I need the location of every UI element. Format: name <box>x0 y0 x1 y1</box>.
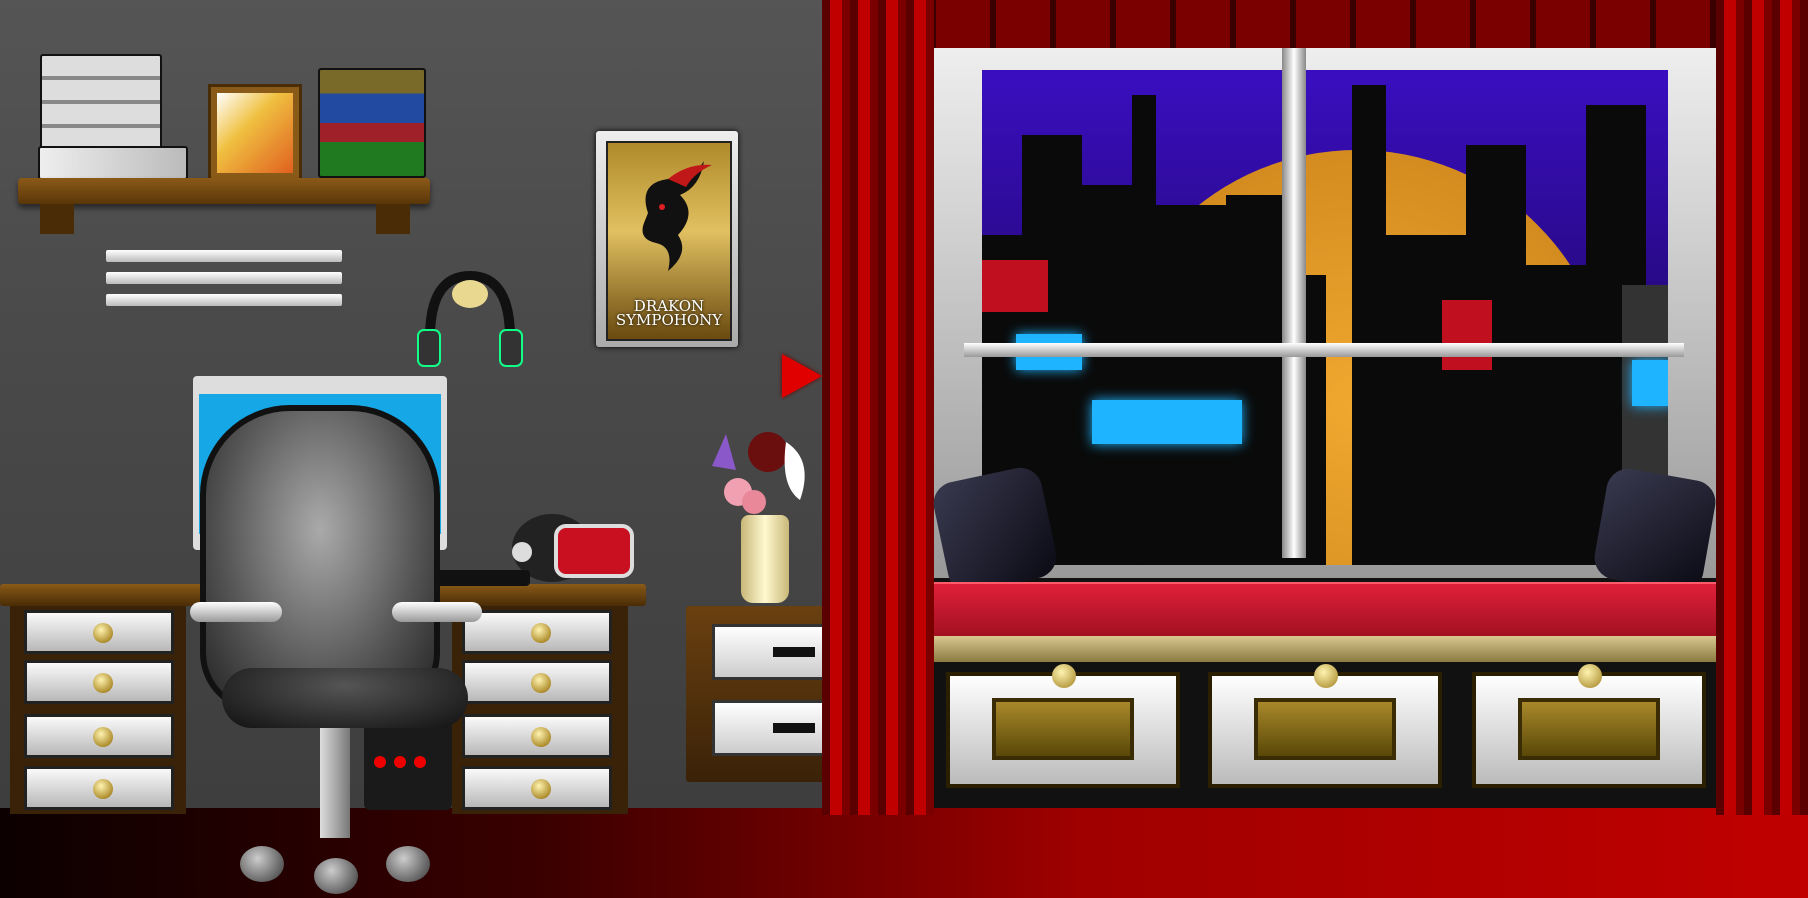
drawer-panel <box>1254 698 1396 760</box>
desk-drawer[interactable] <box>24 660 174 704</box>
knob <box>531 673 551 693</box>
knob <box>1578 664 1602 688</box>
desk-drawer[interactable] <box>24 714 174 758</box>
book-stack-colored[interactable] <box>318 68 426 178</box>
wall-vent <box>106 250 342 308</box>
gaming-chair[interactable] <box>200 405 440 713</box>
desk-drawer[interactable] <box>462 714 612 758</box>
drawer-handle <box>773 723 815 733</box>
chair-armrest <box>190 602 282 622</box>
desk-drawer[interactable] <box>462 610 612 654</box>
headphones-icon[interactable] <box>414 268 526 372</box>
desk-left-cabinet <box>10 606 186 814</box>
poster-art: DRAKON SYMPOHONY <box>606 141 732 341</box>
drawer-handle <box>773 647 815 657</box>
desk-drawer[interactable] <box>462 766 612 810</box>
knob <box>531 727 551 747</box>
chair-wheel <box>240 846 284 882</box>
cursor-arrow-icon <box>782 354 822 398</box>
cabinet-drawer[interactable] <box>946 664 1180 788</box>
picture-frame-art <box>217 93 293 173</box>
shelf-board <box>18 178 430 204</box>
pillow[interactable] <box>1591 465 1719 595</box>
flowers <box>704 430 816 522</box>
white-book[interactable] <box>38 146 188 180</box>
shelf-bracket <box>40 204 74 234</box>
dragon-poster[interactable]: DRAKON SYMPOHONY <box>596 131 738 347</box>
window-seat[interactable] <box>934 582 1716 638</box>
knob <box>531 779 551 799</box>
cabinet-drawer[interactable] <box>1208 664 1442 788</box>
desk-drawer[interactable] <box>462 660 612 704</box>
dragon-icon <box>642 161 712 271</box>
curtain-left[interactable] <box>822 0 934 815</box>
desk-drawer[interactable] <box>24 610 174 654</box>
flower-vase[interactable] <box>741 515 789 603</box>
keyboard[interactable] <box>430 570 530 586</box>
shelf-bracket <box>376 204 410 234</box>
storage-cabinet <box>934 662 1716 808</box>
drawer-panel <box>992 698 1134 760</box>
window-mullion <box>1282 48 1306 558</box>
chair-wheel <box>386 846 430 882</box>
curtain-valance <box>930 0 1720 52</box>
bookshelf[interactable] <box>18 50 430 240</box>
knob <box>531 623 551 643</box>
pc-tower[interactable] <box>364 720 452 810</box>
poster-title: DRAKON SYMPOHONY <box>615 297 723 329</box>
knob <box>1052 664 1076 688</box>
drawer-panel <box>1518 698 1660 760</box>
knob <box>93 779 113 799</box>
seat-ledge <box>934 636 1716 662</box>
curtain-right[interactable] <box>1716 0 1808 815</box>
room-scene: DRAKON SYMPOHONY <box>0 0 1808 898</box>
window[interactable] <box>934 48 1716 578</box>
desk-drawer[interactable] <box>24 766 174 810</box>
chair-base <box>320 728 350 838</box>
chair-armrest <box>392 602 482 622</box>
knob <box>93 623 113 643</box>
pillow[interactable] <box>929 463 1061 597</box>
desk-right-cabinet <box>452 606 628 814</box>
knob <box>93 673 113 693</box>
picture-frame[interactable] <box>208 84 302 182</box>
window-mullion <box>964 343 1684 357</box>
city-skyline[interactable] <box>982 70 1668 565</box>
cabinet-drawer[interactable] <box>1472 664 1706 788</box>
knob <box>1314 664 1338 688</box>
chair-wheel <box>314 858 358 894</box>
chair-seat <box>222 668 468 728</box>
knob <box>93 727 113 747</box>
